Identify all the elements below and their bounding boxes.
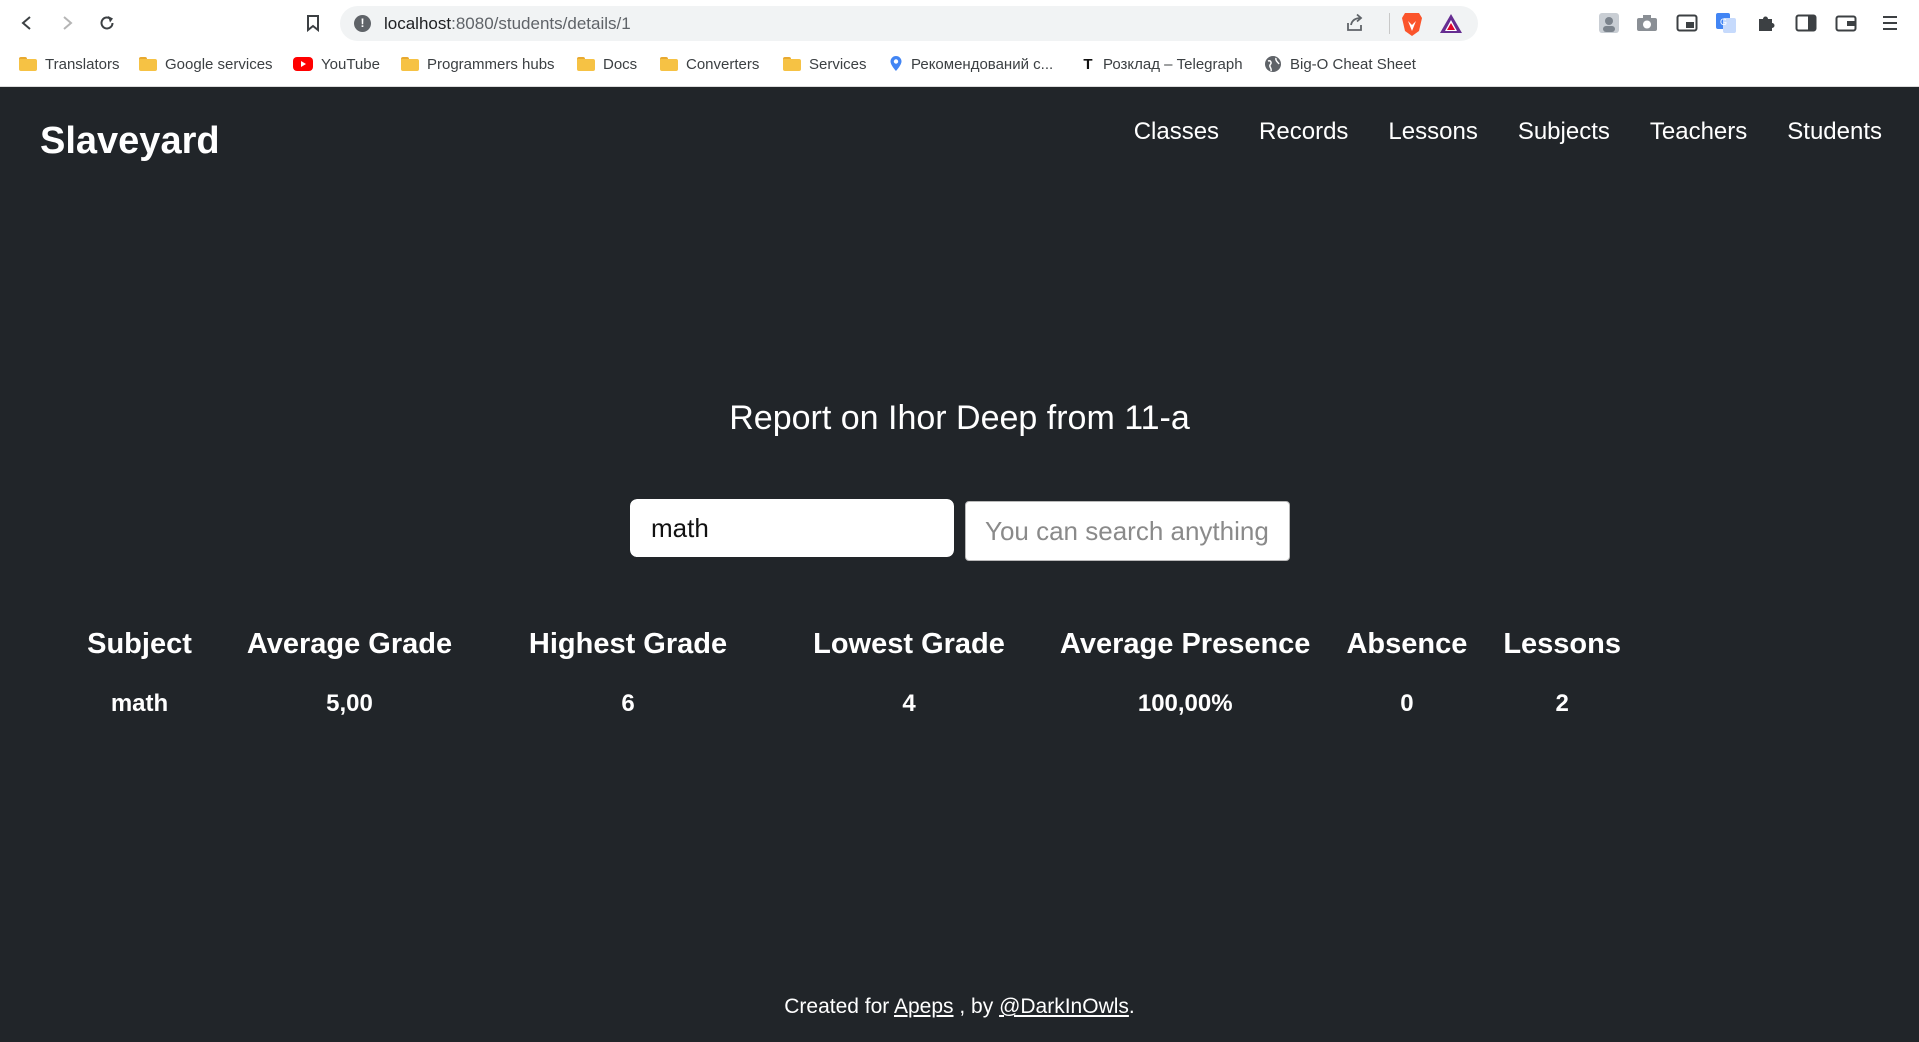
- bookmark-label: Converters: [686, 55, 760, 73]
- cell-average-presence: 100,00%: [1137, 690, 1233, 717]
- cell-subject: math: [110, 690, 169, 717]
- browser-toolbar: ! localhost:8080/students/details/1 G: [0, 0, 1919, 46]
- footer-link-apeps[interactable]: Apeps: [894, 995, 954, 1018]
- extensions-puzzle-icon[interactable]: [1753, 10, 1779, 36]
- page-content: Slaveyard Classes Records Lessons Subjec…: [0, 87, 1919, 1042]
- column-header-subject: Subject: [87, 627, 192, 660]
- bookmark-label: Translators: [45, 55, 120, 73]
- browser-chrome: ! localhost:8080/students/details/1 G Tr…: [0, 0, 1919, 87]
- bookmark-recommended[interactable]: Рекомендований с...: [889, 52, 1053, 76]
- folder-icon: [577, 57, 595, 71]
- share-icon[interactable]: [1344, 12, 1366, 34]
- footer-link-author[interactable]: @DarkInOwls: [999, 995, 1129, 1018]
- forward-icon[interactable]: [54, 10, 80, 36]
- address-url[interactable]: localhost:8080/students/details/1: [384, 14, 631, 34]
- bookmarks-bar: Translators Google services YouTube Prog…: [0, 49, 1919, 79]
- bookmark-services[interactable]: Services: [783, 52, 867, 76]
- column-header-lowest-grade: Lowest Grade: [813, 627, 1005, 660]
- bookmark-label: Services: [809, 55, 867, 73]
- folder-icon: [19, 57, 37, 71]
- camera-icon[interactable]: [1634, 10, 1660, 36]
- column-header-average-presence: Average Presence: [1060, 627, 1311, 660]
- bookmark-youtube[interactable]: YouTube: [293, 52, 380, 76]
- footer-text: Created for: [784, 995, 894, 1018]
- bookmark-label: Розклад – Telegraph: [1103, 55, 1243, 73]
- table-row: math 5,00 6 4 100,00% 0 2: [60, 674, 1639, 734]
- svg-text:G: G: [1720, 17, 1727, 27]
- side-panel-icon[interactable]: [1793, 10, 1819, 36]
- bookmark-google-services[interactable]: Google services: [139, 52, 273, 76]
- url-path: :8080/students/details/1: [451, 14, 631, 33]
- wallet-icon[interactable]: [1833, 10, 1859, 36]
- footer: Created for Apeps , by @DarkInOwls.: [0, 995, 1919, 1019]
- cell-absence: 0: [1400, 690, 1414, 717]
- bookmark-big-o[interactable]: Big-O Cheat Sheet: [1264, 52, 1416, 76]
- bookmark-docs[interactable]: Docs: [577, 52, 637, 76]
- site-info-icon[interactable]: !: [354, 15, 371, 32]
- nav-subjects[interactable]: Subjects: [1518, 118, 1610, 146]
- main-nav: Classes Records Lessons Subjects Teacher…: [1134, 118, 1882, 146]
- nav-students[interactable]: Students: [1787, 118, 1882, 146]
- extension-avatar-icon[interactable]: [1596, 10, 1622, 36]
- cell-lessons: 2: [1555, 690, 1569, 717]
- nav-lessons[interactable]: Lessons: [1388, 118, 1477, 146]
- bookmark-label: Programmers hubs: [427, 55, 555, 73]
- bookmark-label: Рекомендований с...: [911, 55, 1054, 73]
- location-pin-icon: [890, 56, 902, 71]
- column-header-highest-grade: Highest Grade: [528, 627, 728, 660]
- address-bar[interactable]: ! localhost:8080/students/details/1: [340, 6, 1478, 41]
- picture-in-picture-icon[interactable]: [1674, 10, 1700, 36]
- youtube-icon: [293, 57, 313, 71]
- bookmark-telegraph[interactable]: T Розклад – Telegraph: [1081, 52, 1243, 76]
- bookmark-label: Docs: [603, 55, 638, 73]
- cell-lowest-grade: 4: [902, 690, 916, 717]
- nav-records[interactable]: Records: [1259, 118, 1348, 146]
- report-table: Subject Average Grade Highest Grade Lowe…: [60, 614, 1639, 734]
- brave-shields-icon[interactable]: [1400, 11, 1424, 37]
- bookmark-icon[interactable]: [300, 10, 326, 36]
- nav-teachers[interactable]: Teachers: [1650, 118, 1747, 146]
- column-header-average-grade: Average Grade: [246, 627, 453, 660]
- search-input[interactable]: [965, 501, 1290, 561]
- google-translate-icon[interactable]: G: [1713, 10, 1739, 36]
- reload-icon[interactable]: [94, 10, 120, 36]
- folder-icon: [660, 57, 678, 71]
- cell-average-grade: 5,00: [326, 690, 373, 717]
- telegraph-icon: T: [1083, 55, 1093, 73]
- menu-icon[interactable]: [1877, 10, 1903, 36]
- brand-logo-link[interactable]: Slaveyard: [40, 120, 220, 163]
- bookmark-converters[interactable]: Converters: [660, 52, 759, 76]
- bookmark-translators[interactable]: Translators: [19, 52, 119, 76]
- page-title: Report on Ihor Deep from 11-a: [729, 399, 1190, 437]
- divider: [1389, 13, 1390, 34]
- folder-icon: [783, 57, 801, 71]
- bookmark-label: YouTube: [321, 55, 380, 73]
- cell-highest-grade: 6: [621, 690, 635, 717]
- column-header-absence: Absence: [1346, 627, 1468, 660]
- back-icon[interactable]: [14, 10, 40, 36]
- globe-icon: [1265, 56, 1281, 72]
- subject-filter-input[interactable]: [628, 497, 956, 559]
- bookmark-programmers-hubs[interactable]: Programmers hubs: [401, 52, 555, 76]
- column-header-lessons: Lessons: [1503, 627, 1621, 660]
- table-header-row: Subject Average Grade Highest Grade Lowe…: [60, 614, 1639, 674]
- nav-classes[interactable]: Classes: [1134, 118, 1219, 146]
- footer-text: .: [1128, 995, 1135, 1018]
- brave-rewards-icon[interactable]: [1438, 12, 1464, 36]
- bookmark-label: Google services: [165, 55, 273, 73]
- folder-icon: [401, 57, 419, 71]
- url-host: localhost: [384, 14, 452, 33]
- bookmark-label: Big-O Cheat Sheet: [1290, 55, 1416, 73]
- footer-text: , by: [953, 995, 1000, 1018]
- folder-icon: [139, 57, 157, 71]
